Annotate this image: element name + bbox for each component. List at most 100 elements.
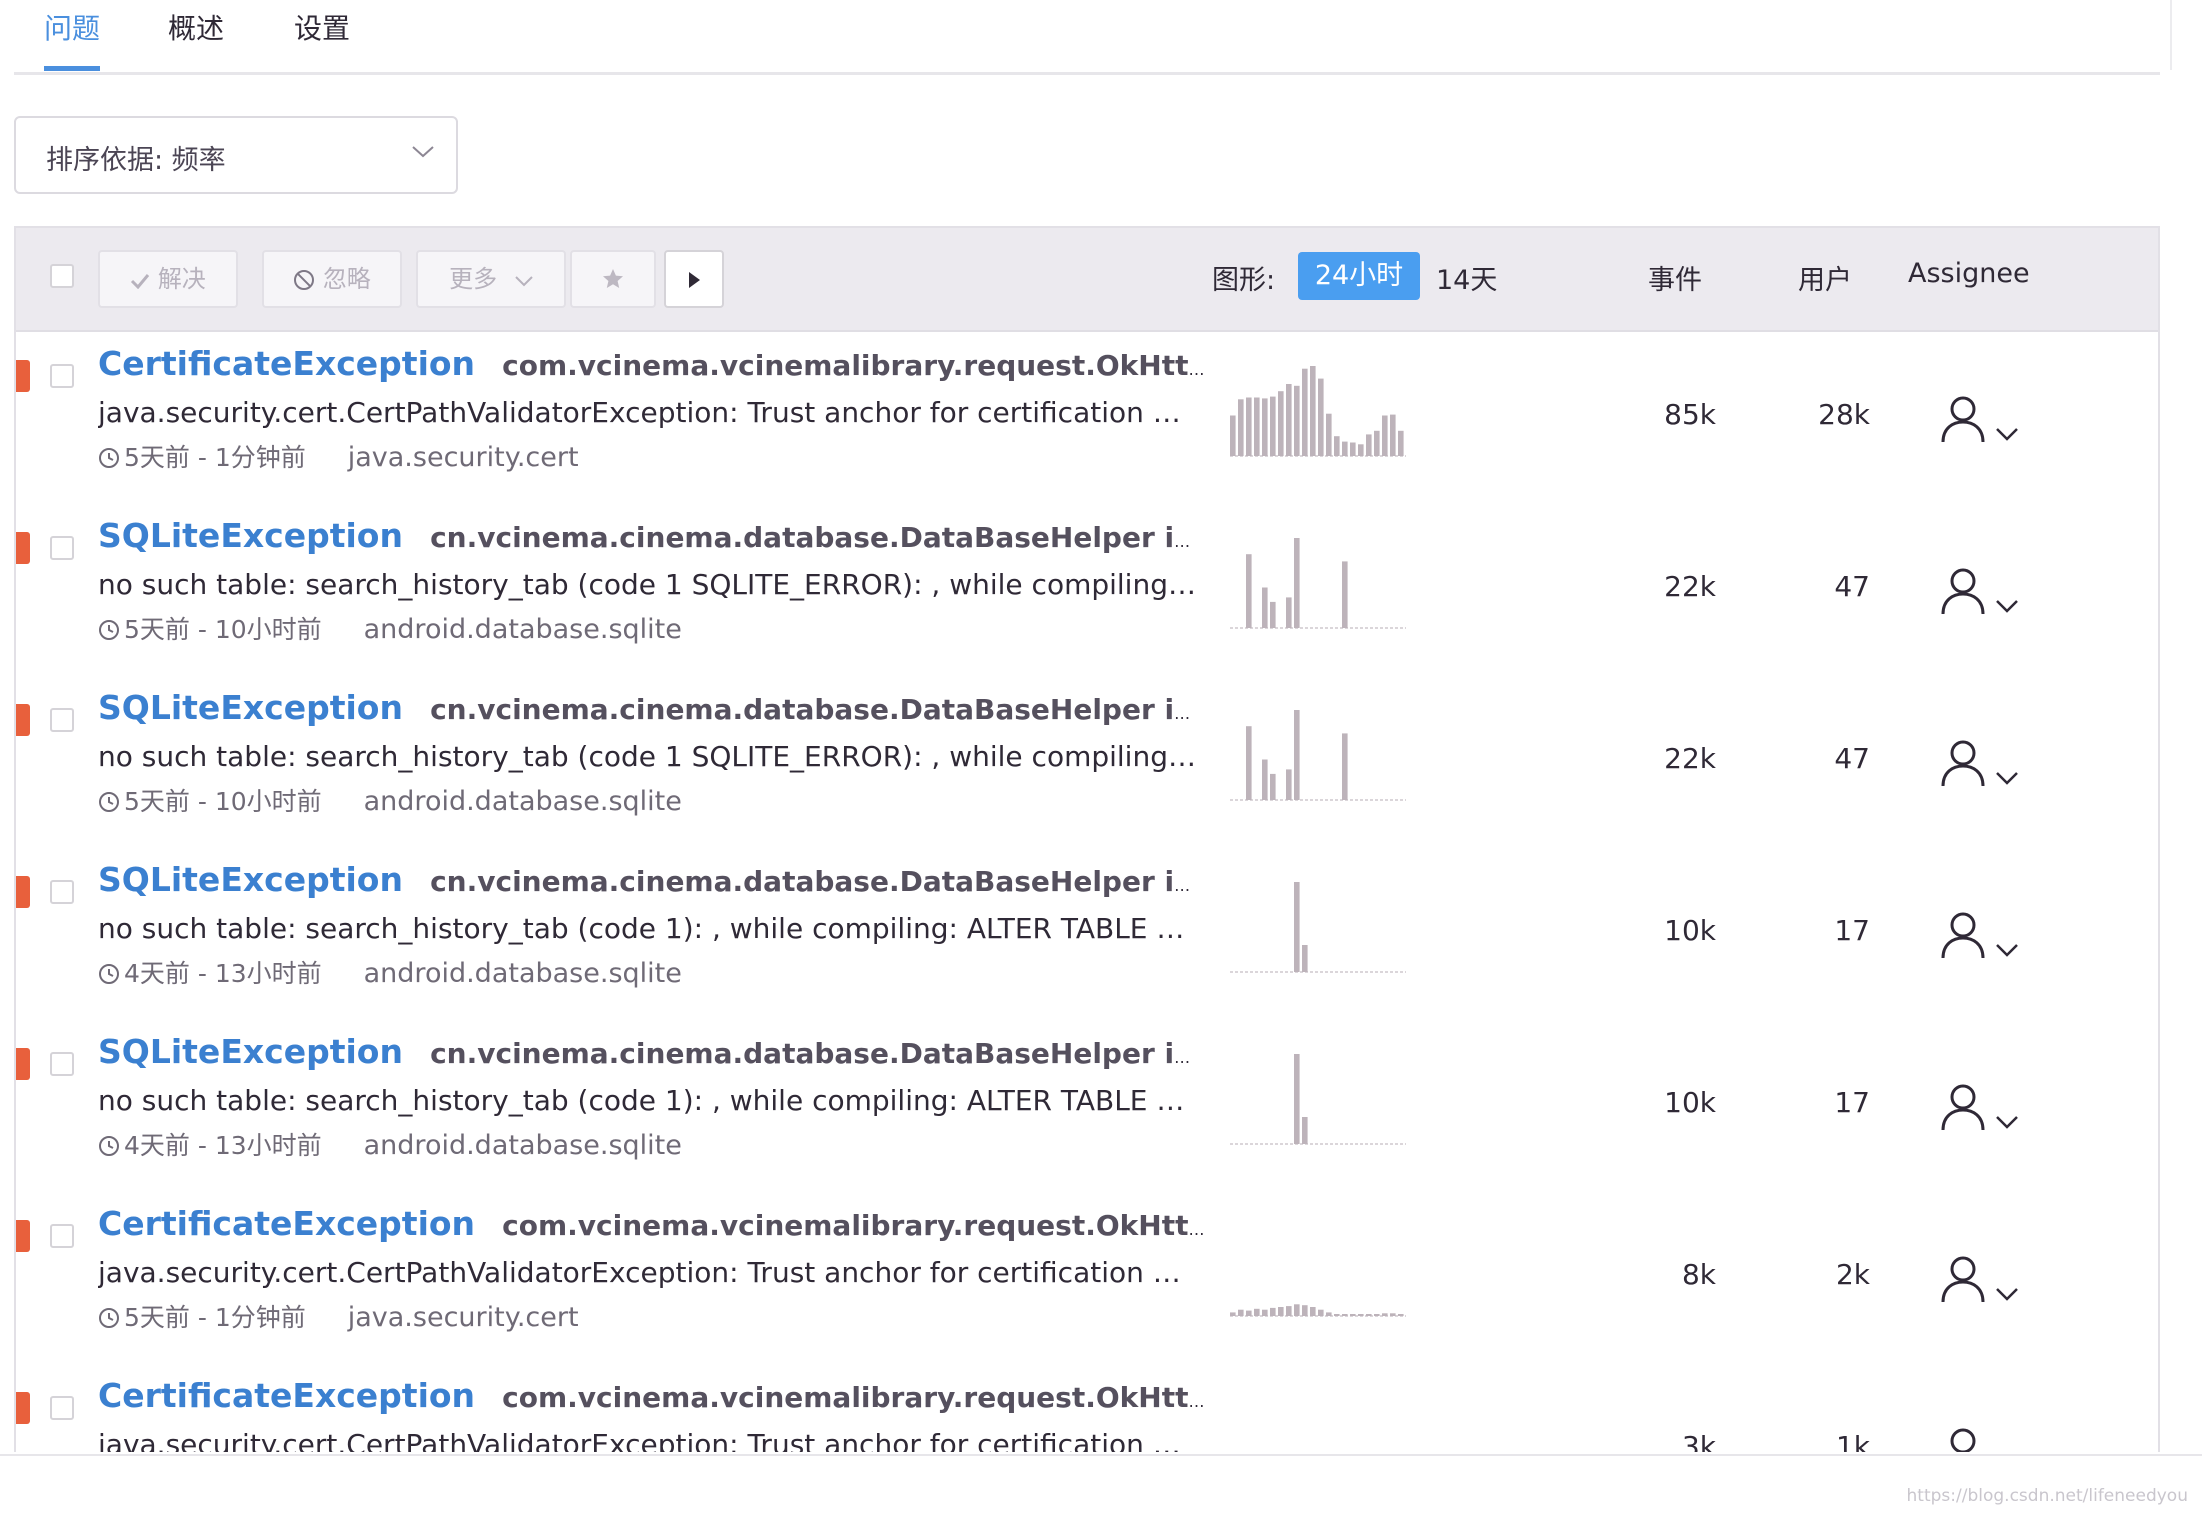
- error-level-indicator: [16, 532, 30, 564]
- issue-row[interactable]: SQLiteException cn.vcinema.cinema.databa…: [16, 1020, 2158, 1194]
- culprit: com.vcinema.vcinemalibrary.request.OkHtt…: [502, 1381, 1208, 1414]
- event-count: 22k: [1664, 570, 1716, 603]
- issue-namespace: android.database.sqlite: [363, 786, 682, 817]
- event-sparkline: [1230, 1398, 1406, 1452]
- sparkline-bar: [1294, 385, 1300, 456]
- tab-bar: 问题 概述 设置: [14, 0, 2160, 75]
- sparkline-bar: [1270, 396, 1276, 456]
- user-count: 17: [1834, 1086, 1870, 1119]
- issue-meta: 5天前 - 10小时前 android.database.sqlite: [98, 782, 682, 819]
- sparkline-bar: [1310, 366, 1316, 456]
- assignee-selector[interactable]: [1940, 394, 2019, 448]
- error-level-indicator: [16, 1392, 30, 1424]
- sparkline-bar: [1286, 1306, 1292, 1316]
- sparkline-bar: [1310, 1307, 1316, 1316]
- issue-title[interactable]: SQLiteException cn.vcinema.cinema.databa…: [98, 688, 1208, 727]
- row-checkbox[interactable]: [50, 1224, 74, 1248]
- issue-title[interactable]: SQLiteException cn.vcinema.cinema.databa…: [98, 860, 1208, 899]
- sparkline-bar: [1270, 601, 1276, 628]
- sparkline-bar: [1254, 1308, 1260, 1316]
- user-count: 1k: [1835, 1430, 1870, 1452]
- event-sparkline: [1230, 1054, 1406, 1145]
- sparkline-bar: [1318, 1309, 1324, 1316]
- row-checkbox[interactable]: [50, 536, 74, 560]
- assignee-selector[interactable]: [1940, 910, 2019, 964]
- issue-row[interactable]: CertificateException com.vcinema.vcinema…: [16, 1364, 2158, 1452]
- issue-age: 4天前 - 13小时前: [124, 1131, 322, 1160]
- sparkline-bar: [1294, 1304, 1300, 1316]
- issue-row[interactable]: SQLiteException cn.vcinema.cinema.databa…: [16, 676, 2158, 850]
- exception-type-link[interactable]: SQLiteException: [98, 1032, 403, 1071]
- assignee-selector[interactable]: [1940, 738, 2019, 792]
- bookmark-button[interactable]: [570, 250, 656, 308]
- sparkline-bar: [1270, 1307, 1276, 1316]
- issue-row[interactable]: CertificateException com.vcinema.vcinema…: [16, 1192, 2158, 1366]
- issue-list-panel: 解决 忽略 更多 图形: 24小时 14天 事件 用户 Assignee Cer…: [14, 226, 2160, 1452]
- exception-type-link[interactable]: CertificateException: [98, 1376, 475, 1415]
- issue-age: 4天前 - 13小时前: [124, 959, 322, 988]
- more-button[interactable]: 更多: [416, 250, 566, 308]
- sparkline-bar: [1342, 561, 1348, 628]
- exception-type-link[interactable]: SQLiteException: [98, 516, 403, 555]
- culprit: cn.vcinema.cinema.database.DataBaseHelpe…: [430, 521, 1208, 554]
- event-count: 10k: [1664, 914, 1716, 947]
- play-icon: [687, 265, 701, 293]
- sort-dropdown[interactable]: 排序依据: 频率: [14, 116, 458, 194]
- sparkline-bar: [1262, 398, 1268, 456]
- issue-message: java.security.cert.CertPathValidatorExce…: [98, 1256, 1198, 1289]
- issue-title[interactable]: CertificateException com.vcinema.vcinema…: [98, 1376, 1208, 1415]
- select-all-checkbox[interactable]: [50, 264, 74, 288]
- sparkline-bar: [1374, 430, 1380, 456]
- assignee-selector[interactable]: [1940, 1254, 2019, 1308]
- row-checkbox[interactable]: [50, 708, 74, 732]
- sparkline-bar: [1278, 391, 1284, 456]
- issue-title[interactable]: CertificateException com.vcinema.vcinema…: [98, 344, 1208, 383]
- sparkline-bar: [1230, 1312, 1236, 1316]
- exception-type-link[interactable]: SQLiteException: [98, 688, 403, 727]
- exception-type-link[interactable]: CertificateException: [98, 1204, 475, 1243]
- assignee-selector[interactable]: [1940, 1426, 2019, 1452]
- sparkline-bar: [1238, 399, 1244, 456]
- event-count: 8k: [1681, 1258, 1716, 1291]
- range-14d-button[interactable]: 14天: [1436, 258, 1497, 297]
- tab-overview[interactable]: 概述: [168, 6, 224, 66]
- exception-type-link[interactable]: CertificateException: [98, 344, 475, 383]
- issue-row[interactable]: SQLiteException cn.vcinema.cinema.databa…: [16, 848, 2158, 1022]
- sparkline-bar: [1294, 882, 1300, 972]
- sparkline-bar: [1390, 414, 1396, 456]
- event-sparkline: [1230, 366, 1406, 457]
- sparkline-bar: [1302, 1117, 1308, 1144]
- culprit: cn.vcinema.cinema.database.DataBaseHelpe…: [430, 1037, 1208, 1070]
- row-checkbox[interactable]: [50, 1396, 74, 1420]
- tab-issues[interactable]: 问题: [44, 6, 101, 71]
- culprit: com.vcinema.vcinemalibrary.request.OkHtt…: [502, 349, 1208, 382]
- issue-age: 5天前 - 1分钟前: [124, 1303, 306, 1332]
- assignee-selector[interactable]: [1940, 1082, 2019, 1136]
- sparkline-bar: [1262, 759, 1268, 800]
- sparkline-bar: [1286, 384, 1292, 456]
- issue-title[interactable]: SQLiteException cn.vcinema.cinema.databa…: [98, 516, 1208, 555]
- issue-namespace: android.database.sqlite: [363, 958, 682, 989]
- sparkline-bar: [1262, 587, 1268, 628]
- issue-title[interactable]: SQLiteException cn.vcinema.cinema.databa…: [98, 1032, 1208, 1071]
- resolve-button[interactable]: 解决: [98, 250, 238, 308]
- error-level-indicator: [16, 1048, 30, 1080]
- sparkline-bar: [1350, 1314, 1356, 1316]
- tab-settings[interactable]: 设置: [294, 6, 350, 66]
- range-24h-button[interactable]: 24小时: [1298, 252, 1420, 300]
- watermark: https://blog.csdn.net/lifeneedyou: [1906, 1486, 2188, 1506]
- issue-meta: 5天前 - 1分钟前 java.security.cert: [98, 1298, 579, 1335]
- scrollbar[interactable]: [2170, 0, 2202, 70]
- exception-type-link[interactable]: SQLiteException: [98, 860, 403, 899]
- ignore-button[interactable]: 忽略: [262, 250, 402, 308]
- issue-row[interactable]: CertificateException com.vcinema.vcinema…: [16, 332, 2158, 506]
- row-checkbox[interactable]: [50, 364, 74, 388]
- realtime-toggle-button[interactable]: [664, 250, 724, 308]
- assignee-selector[interactable]: [1940, 566, 2019, 620]
- issue-title[interactable]: CertificateException com.vcinema.vcinema…: [98, 1204, 1208, 1243]
- issue-row[interactable]: SQLiteException cn.vcinema.cinema.databa…: [16, 504, 2158, 678]
- row-checkbox[interactable]: [50, 1052, 74, 1076]
- issue-meta: 4天前 - 13小时前 android.database.sqlite: [98, 1126, 682, 1163]
- sparkline-bar: [1246, 554, 1252, 628]
- row-checkbox[interactable]: [50, 880, 74, 904]
